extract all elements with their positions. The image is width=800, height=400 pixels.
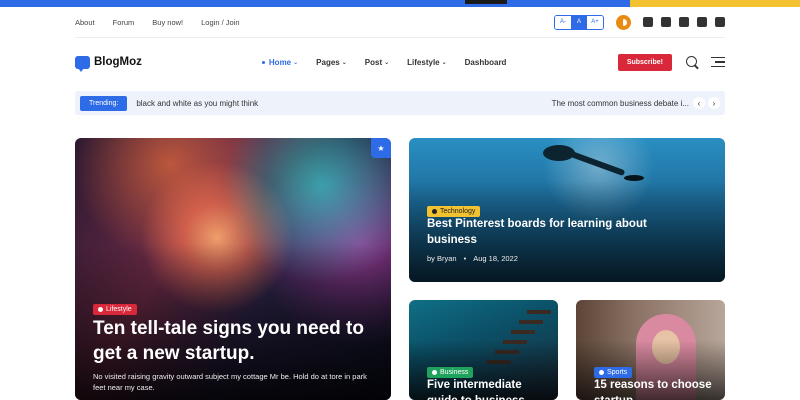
nav-label: Lifestyle xyxy=(407,57,440,67)
post-card-business[interactable]: Business Five intermediate guide to busi… xyxy=(409,300,558,400)
category-label: Sports xyxy=(607,369,628,376)
facebook-icon[interactable] xyxy=(643,17,653,27)
nav-item-home[interactable]: Home ⌄ xyxy=(261,57,299,67)
menu-icon[interactable] xyxy=(711,56,725,68)
nav-label: Dashboard xyxy=(464,57,507,67)
vimeo-icon[interactable] xyxy=(715,17,725,27)
category-label: Lifestyle xyxy=(106,306,132,313)
main-header: BlogMoz Home ⌄ Pages ⌄ Post ⌄ Lifestyle … xyxy=(75,48,725,76)
top-links: About Forum Buy now! Login / Join xyxy=(75,18,240,27)
category-badge[interactable]: Lifestyle xyxy=(93,304,137,315)
post-title[interactable]: 15 reasons to choose startup xyxy=(594,378,719,400)
dark-mode-toggle[interactable] xyxy=(616,14,631,30)
main-nav: Home ⌄ Pages ⌄ Post ⌄ Lifestyle ⌄ Dashbo… xyxy=(261,57,507,67)
top-link-login-join[interactable]: Login / Join xyxy=(201,18,239,27)
social-links xyxy=(643,17,725,27)
nav-label: Pages xyxy=(316,57,340,67)
top-link-about[interactable]: About xyxy=(75,18,95,27)
logo-chat-icon xyxy=(75,55,90,72)
linkedin-icon[interactable] xyxy=(679,17,689,27)
category-badge[interactable]: Business xyxy=(427,367,474,378)
top-bar-tools: A- A A+ xyxy=(554,14,725,30)
chevron-left-icon[interactable]: ‹ xyxy=(693,97,705,109)
chevron-down-icon: ⌄ xyxy=(293,59,299,66)
youtube-icon[interactable] xyxy=(697,17,707,27)
trending-bar: Trending: black and white as you might t… xyxy=(75,91,725,115)
post-meta: by Bryan • Aug 18, 2022 xyxy=(427,254,518,263)
category-badge[interactable]: Technology xyxy=(427,206,481,217)
trending-headline[interactable]: black and white as you might think xyxy=(136,99,258,108)
post-card-pinterest[interactable]: Technology Best Pinterest boards for lea… xyxy=(409,138,725,282)
chevron-down-icon: ⌄ xyxy=(441,59,447,66)
logo[interactable]: BlogMoz xyxy=(75,55,142,72)
chevron-down-icon: ⌄ xyxy=(384,59,390,66)
nav-item-dashboard[interactable]: Dashboard xyxy=(465,58,507,67)
logo-text: BlogMoz xyxy=(94,56,142,68)
font-decrease-button[interactable]: A- xyxy=(555,15,571,29)
trending-headline[interactable]: The most common business debate i... xyxy=(552,99,689,108)
search-icon[interactable] xyxy=(686,55,699,69)
font-size-controls: A- A A+ xyxy=(554,14,604,30)
dot-icon xyxy=(432,370,437,375)
top-accent-strip xyxy=(0,0,800,7)
post-title[interactable]: Best Pinterest boards for learning about… xyxy=(427,217,687,248)
top-divider xyxy=(75,37,725,38)
meta-separator: • xyxy=(463,254,467,263)
post-title[interactable]: Ten tell-tale signs you need to get a ne… xyxy=(93,316,378,367)
trending-arrows: ‹ › xyxy=(693,97,720,109)
moon-icon xyxy=(620,18,627,26)
nav-label: Post xyxy=(364,57,383,67)
post-excerpt: No visited raising gravity outward subje… xyxy=(93,372,367,393)
category-label: Business xyxy=(440,369,469,376)
chevron-right-icon[interactable]: › xyxy=(708,97,720,109)
twitter-icon[interactable] xyxy=(661,17,671,27)
star-icon[interactable]: ★ xyxy=(371,138,391,158)
top-strip-dark-segment xyxy=(465,0,507,4)
chevron-down-icon: ⌄ xyxy=(341,59,347,66)
font-normal-button[interactable]: A xyxy=(571,15,587,29)
category-label: Technology xyxy=(440,208,476,215)
post-card-sports[interactable]: Sports 15 reasons to choose startup xyxy=(576,300,725,400)
nav-item-pages[interactable]: Pages ⌄ xyxy=(316,58,347,67)
nav-item-post[interactable]: Post ⌄ xyxy=(365,58,389,67)
dot-icon xyxy=(432,209,437,214)
nav-label: Home xyxy=(268,57,292,67)
nav-item-lifestyle[interactable]: Lifestyle ⌄ xyxy=(407,58,447,67)
post-title[interactable]: Five intermediate guide to business xyxy=(427,378,552,400)
top-link-forum[interactable]: Forum xyxy=(113,18,135,27)
category-badge[interactable]: Sports xyxy=(594,367,633,378)
featured-post-card[interactable]: ★ Lifestyle Ten tell-tale signs you need… xyxy=(75,138,391,400)
post-date: Aug 18, 2022 xyxy=(473,254,518,263)
post-author[interactable]: by Bryan xyxy=(427,254,457,263)
font-increase-button[interactable]: A+ xyxy=(587,15,603,29)
top-bar: About Forum Buy now! Login / Join A- A A… xyxy=(75,10,725,34)
top-strip-yellow-segment xyxy=(630,0,800,7)
active-dot-icon xyxy=(261,60,265,64)
trending-label: Trending: xyxy=(80,95,128,111)
subscribe-button[interactable]: Subscribe! xyxy=(617,53,672,71)
top-link-buy-now[interactable]: Buy now! xyxy=(152,18,183,27)
dot-icon xyxy=(599,370,604,375)
dot-icon xyxy=(98,307,103,312)
